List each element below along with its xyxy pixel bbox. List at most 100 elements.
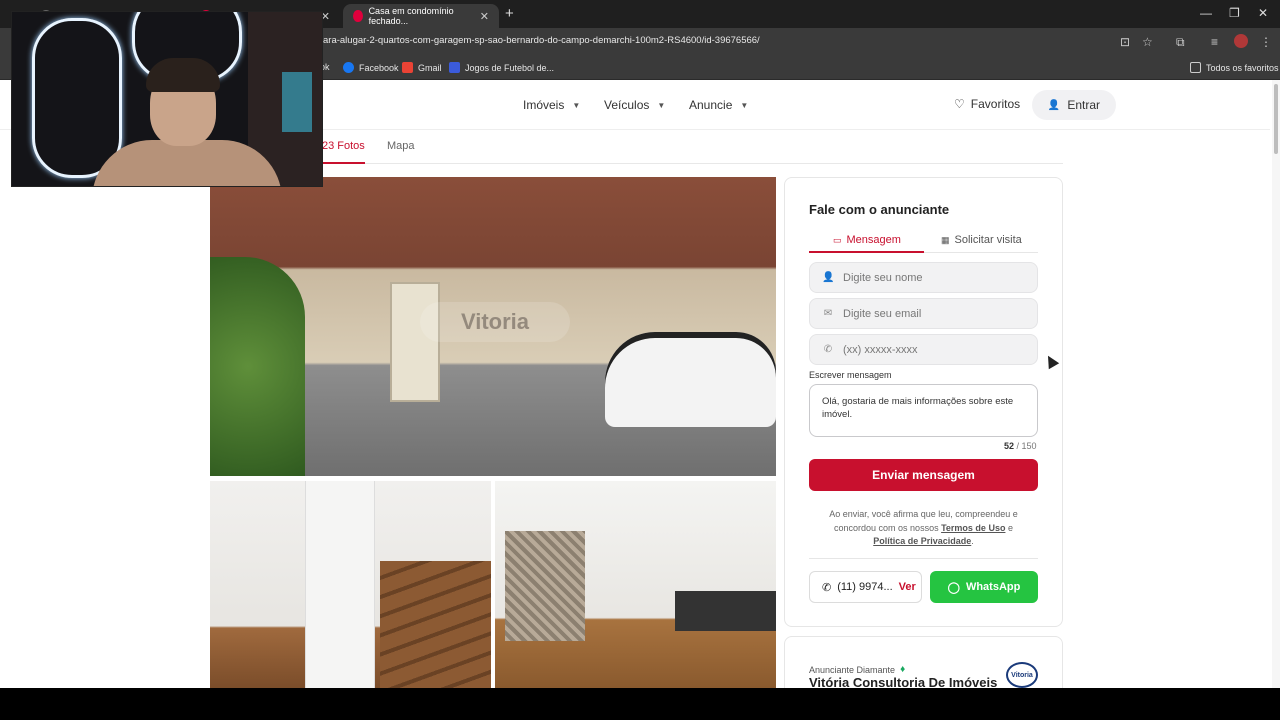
webcam-overlay [11, 11, 323, 187]
email-input[interactable] [843, 307, 1023, 320]
bookmark-facebook[interactable]: Facebook [343, 62, 399, 73]
tab-solicitar-visita[interactable]: ▦ Solicitar visita [941, 234, 1022, 246]
close-window-icon[interactable]: ✕ [1258, 6, 1268, 20]
screen: ✕ Casa em condomínio fechado... ✕ + — ❐ … [0, 0, 1280, 720]
phone-icon: ✆ [822, 581, 832, 594]
char-count: 52 [1004, 441, 1015, 451]
favoritos-button[interactable]: ♡ Favoritos [954, 97, 1020, 111]
gallery-tabs: 23 Fotos Mapa [200, 130, 1063, 164]
bottom-bar [0, 688, 1280, 720]
bookmark-label: Facebook [359, 62, 399, 73]
chevron-down-icon: ▼ [572, 100, 581, 110]
rgb-glow [282, 72, 312, 132]
tab-mapa[interactable]: Mapa [387, 140, 415, 152]
tab-title: Casa em condomínio fechado... [368, 6, 454, 26]
nav-label: Imóveis [523, 98, 565, 112]
whatsapp-button[interactable]: ◯ WhatsApp [930, 571, 1038, 603]
nav-anuncie[interactable]: Anuncie ▼ [689, 98, 748, 112]
calendar-icon: ▦ [941, 234, 950, 245]
message-label: Escrever mensagem [809, 370, 892, 380]
nav-imoveis[interactable]: Imóveis ▼ [523, 98, 580, 112]
plant-image [210, 257, 305, 476]
all-bookmarks-label: Todos os favoritos [1206, 62, 1279, 73]
person-hair [146, 58, 220, 92]
phone-ver: Ver [898, 581, 916, 593]
bookmark-star-icon[interactable]: ☆ [1142, 35, 1153, 49]
terms-text: Ao enviar, você afirma que leu, compreen… [829, 509, 1018, 546]
car-image [605, 332, 776, 427]
wall-window [390, 282, 440, 402]
phone-field[interactable]: ✆ [809, 334, 1038, 365]
pillar [305, 481, 375, 688]
photo-living-room[interactable] [495, 481, 776, 688]
neon-light [32, 18, 122, 178]
main-photo[interactable]: Vitoria [210, 177, 776, 476]
gmail-icon [402, 62, 413, 73]
page-scrollbar[interactable] [1272, 80, 1280, 688]
user-icon: 👤 [822, 272, 835, 283]
kitchen-counter [675, 591, 776, 631]
char-counter: 52 / 150 [1004, 441, 1037, 451]
advertiser-logo[interactable]: Vitoria [1006, 662, 1038, 688]
advertiser-type: Anunciante Diamante ♦ [809, 664, 905, 675]
char-max: / 150 [1016, 441, 1037, 451]
stone-wall [505, 531, 585, 641]
maximize-icon[interactable]: ❐ [1229, 6, 1240, 20]
chevron-down-icon: ▼ [657, 100, 666, 110]
whatsapp-icon: ◯ [947, 581, 960, 594]
tab-favicon [353, 10, 363, 22]
terms-link[interactable]: Termos de Uso [941, 523, 1005, 533]
chevron-down-icon: ▼ [740, 100, 749, 110]
name-input[interactable] [843, 271, 1023, 284]
bookmark-label: Gmail [418, 62, 442, 73]
bookmark-jogos[interactable]: Jogos de Futebol de... [449, 62, 554, 73]
contact-title: Fale com o anunciante [809, 202, 950, 217]
phone-input[interactable] [843, 343, 1023, 356]
entrar-button[interactable]: 👤 Entrar [1032, 90, 1116, 120]
divider [809, 558, 1038, 559]
tab-mensagem[interactable]: ▭ Mensagem [833, 234, 901, 246]
phone-icon: ✆ [823, 344, 833, 355]
bookmark-label: Jogos de Futebol de... [465, 62, 555, 73]
profile-avatar[interactable] [1234, 34, 1248, 48]
advertiser-type-label: Anunciante Diamante [809, 664, 896, 675]
photo-stairs[interactable] [210, 481, 491, 688]
facebook-icon [343, 62, 354, 73]
email-field[interactable]: ✉ [809, 298, 1038, 329]
nav-label: Anuncie [689, 98, 733, 112]
show-phone-button[interactable]: ✆ (11) 9974... Ver [809, 571, 922, 603]
user-icon: 👤 [1047, 99, 1061, 111]
stairs [380, 561, 491, 688]
watermark: Vitoria [420, 302, 570, 342]
reading-list-icon[interactable]: ≡ [1211, 35, 1218, 49]
name-field[interactable]: 👤 [809, 262, 1038, 293]
folder-icon [1190, 62, 1201, 73]
nav-label: Veículos [604, 98, 650, 112]
scrollbar-thumb[interactable] [1274, 84, 1278, 154]
message-textarea[interactable]: Olá, gostaria de mais informações sobre … [809, 384, 1038, 437]
url-text[interactable]: ara-alugar-2-quartos-com-garagem-sp-sao-… [323, 35, 760, 46]
new-tab-icon[interactable]: + [505, 5, 514, 22]
message-icon: ▭ [833, 234, 842, 245]
install-app-icon[interactable]: ⊡ [1120, 35, 1130, 49]
minimize-icon[interactable]: — [1200, 6, 1212, 20]
active-tab-indicator [809, 251, 924, 253]
browser-tab-active[interactable]: Casa em condomínio fechado... ✕ [343, 4, 499, 28]
tab-fotos[interactable]: 23 Fotos [322, 140, 365, 164]
privacy-link[interactable]: Política de Privacidade [873, 536, 971, 546]
nav-veiculos[interactable]: Veículos ▼ [604, 98, 665, 112]
phone-partial: (11) 9974... [837, 581, 893, 593]
close-tab-icon[interactable]: ✕ [480, 10, 489, 23]
all-bookmarks[interactable]: Todos os favoritos [1190, 62, 1279, 73]
extensions-icon[interactable]: ⧉ [1176, 35, 1185, 50]
whatsapp-label: WhatsApp [965, 581, 1021, 593]
tab-label: Mensagem [846, 234, 901, 246]
diamond-badge-icon: ♦ [900, 664, 906, 675]
game-icon [449, 62, 460, 73]
terms-and: e [1007, 522, 1013, 533]
bookmark-gmail[interactable]: Gmail [402, 62, 442, 73]
send-message-button[interactable]: Enviar mensagem [809, 459, 1038, 491]
menu-icon[interactable]: ⋮ [1260, 35, 1272, 49]
favoritos-label: Favoritos [970, 97, 1021, 111]
tab-label: Solicitar visita [954, 234, 1022, 246]
